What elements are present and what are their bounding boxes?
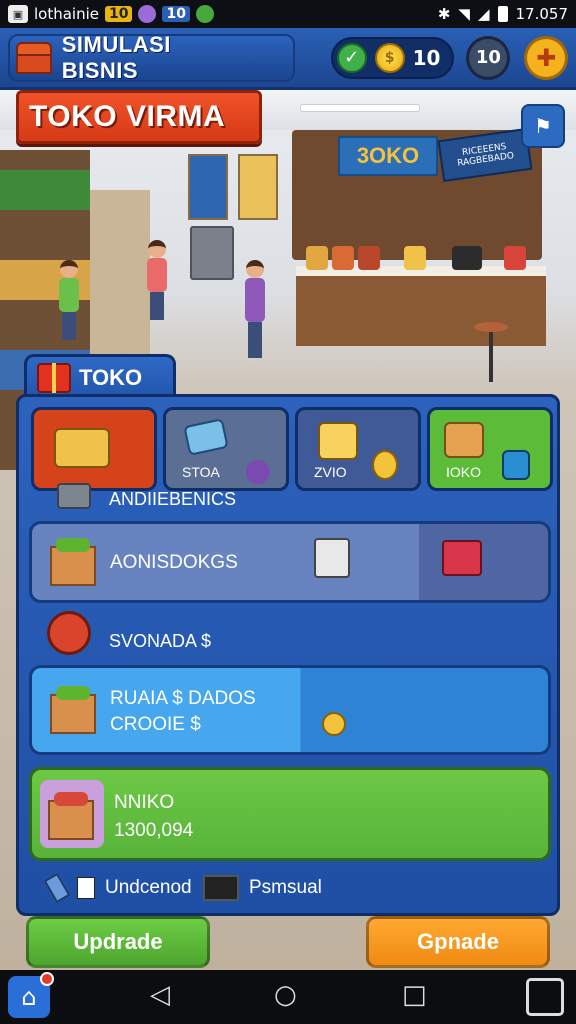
upgrade-button-secondary[interactable]: Gpnade <box>366 916 550 968</box>
status-badge-1: 10 <box>105 6 133 22</box>
game-header: SIMULASI BISNIS ✓ $ 10 10 ✚ <box>0 28 576 90</box>
category-label: STOA <box>182 464 220 480</box>
crate-icon <box>57 483 91 509</box>
shopper <box>147 240 167 320</box>
list-item[interactable]: AONISDOKGS <box>29 521 551 603</box>
coin-icon <box>372 450 398 480</box>
cup-icon <box>502 450 530 480</box>
status-time: 17.057 <box>515 5 569 23</box>
car-icon <box>54 428 110 468</box>
box-icon <box>50 538 96 586</box>
footer-label-1: Undcenod <box>105 877 192 898</box>
screen-icon <box>203 875 239 901</box>
ceiling-light <box>300 104 420 112</box>
check-icon: ✓ <box>336 42 367 73</box>
category-label: ZVIO <box>314 464 347 480</box>
document-icon <box>318 422 358 460</box>
category-label: IOKO <box>446 464 482 480</box>
wall-sign: 3OKO <box>338 136 438 176</box>
jar <box>358 246 380 270</box>
row-title: NNIKO <box>114 792 175 813</box>
coin-icon: $ <box>374 42 405 73</box>
status-bar: ▣ lothainie 10 10 ✱ ◥ ◢ 17.057 <box>0 0 576 28</box>
category-tile-3[interactable]: ZVIO <box>295 407 421 491</box>
level-badge[interactable]: 10 <box>466 35 511 80</box>
currency-display[interactable]: ✓ $ 10 <box>330 36 455 79</box>
status-circle-icon <box>138 5 157 23</box>
wall-poster <box>238 154 278 220</box>
home-icon[interactable]: ⌂ <box>8 972 54 1018</box>
notification-dot <box>40 972 54 986</box>
gift-icon <box>37 362 71 393</box>
tab-label: TOKO <box>79 364 143 390</box>
signal-icon: ◢ <box>477 5 490 23</box>
card-icon <box>183 418 229 456</box>
app-icon: ▣ <box>8 5 28 23</box>
shopper <box>245 260 265 358</box>
bluetooth-icon: ✱ <box>437 5 451 23</box>
row-subtitle: CROOIE $ <box>110 714 201 735</box>
chest-icon <box>14 40 54 76</box>
shopper <box>59 260 79 340</box>
footer-label-2: Psmsual <box>249 877 322 898</box>
status-store-icon <box>195 5 214 23</box>
back-icon[interactable]: ◁ <box>150 980 170 1010</box>
coin-icon <box>322 712 346 736</box>
category-tile-2[interactable]: STOA <box>163 407 289 491</box>
calculator-icon <box>314 538 350 578</box>
status-app-name: lothainie <box>34 5 99 23</box>
recents-icon[interactable]: □ <box>402 980 427 1010</box>
row-title: AONISDOKGS <box>110 552 238 573</box>
jar <box>332 246 354 270</box>
store-banner: TOKO VIRMA <box>16 90 262 144</box>
section-title: ANDIIEBENICS <box>109 489 237 509</box>
upgrade-button[interactable]: Updrade <box>26 916 210 968</box>
battery-icon <box>497 6 508 22</box>
jar <box>306 246 328 270</box>
row-subtitle: 1300,094 <box>114 820 194 841</box>
wifi-icon: ◥ <box>458 5 470 23</box>
badge-icon <box>246 460 270 484</box>
item-thumbnail <box>40 780 104 848</box>
shop-counter <box>296 266 546 346</box>
pencil-icon <box>43 872 71 904</box>
cart-icon <box>442 540 482 576</box>
category-tile-4[interactable]: IOKO <box>427 407 553 491</box>
tab-toko[interactable]: TOKO <box>24 354 176 398</box>
wall-poster <box>188 154 228 220</box>
status-badge-2: 10 <box>162 6 190 22</box>
navigation-bar: ⌂ ◁ ○ □ <box>0 970 576 1024</box>
home-circle-icon[interactable]: ○ <box>274 980 297 1010</box>
tag-icon <box>47 611 91 655</box>
cash-register <box>452 246 482 270</box>
list-item[interactable]: NNIKO 1300,094 <box>29 767 551 861</box>
shop-panel: STOA ZVIO IOKO ANDIIEBENICS AONISDOKGS S… <box>16 394 560 916</box>
currency-value: 10 <box>412 45 441 70</box>
list-item[interactable]: RUAIA $ DADOS CROOIE $ <box>29 665 551 755</box>
row-title: RUAIA $ DADOS <box>110 688 256 709</box>
title-pill: SIMULASI BISNIS <box>8 31 295 83</box>
atm-machine <box>190 226 234 280</box>
section-title: SVONADA $ <box>109 631 212 651</box>
calculator-icon[interactable] <box>526 978 564 1016</box>
game-title: SIMULASI BISNIS <box>61 31 171 83</box>
puzzle-icon[interactable]: ✚ <box>524 35 568 80</box>
stool <box>474 322 508 382</box>
box-icon <box>444 422 484 458</box>
box-icon <box>50 686 96 734</box>
store-name: TOKO VIRMA <box>29 100 226 133</box>
checkbox[interactable] <box>77 877 95 899</box>
flag-icon[interactable]: ⚑ <box>521 104 565 148</box>
coin-stack <box>404 246 426 270</box>
bottle <box>504 246 526 270</box>
category-tile-1[interactable] <box>31 407 157 491</box>
